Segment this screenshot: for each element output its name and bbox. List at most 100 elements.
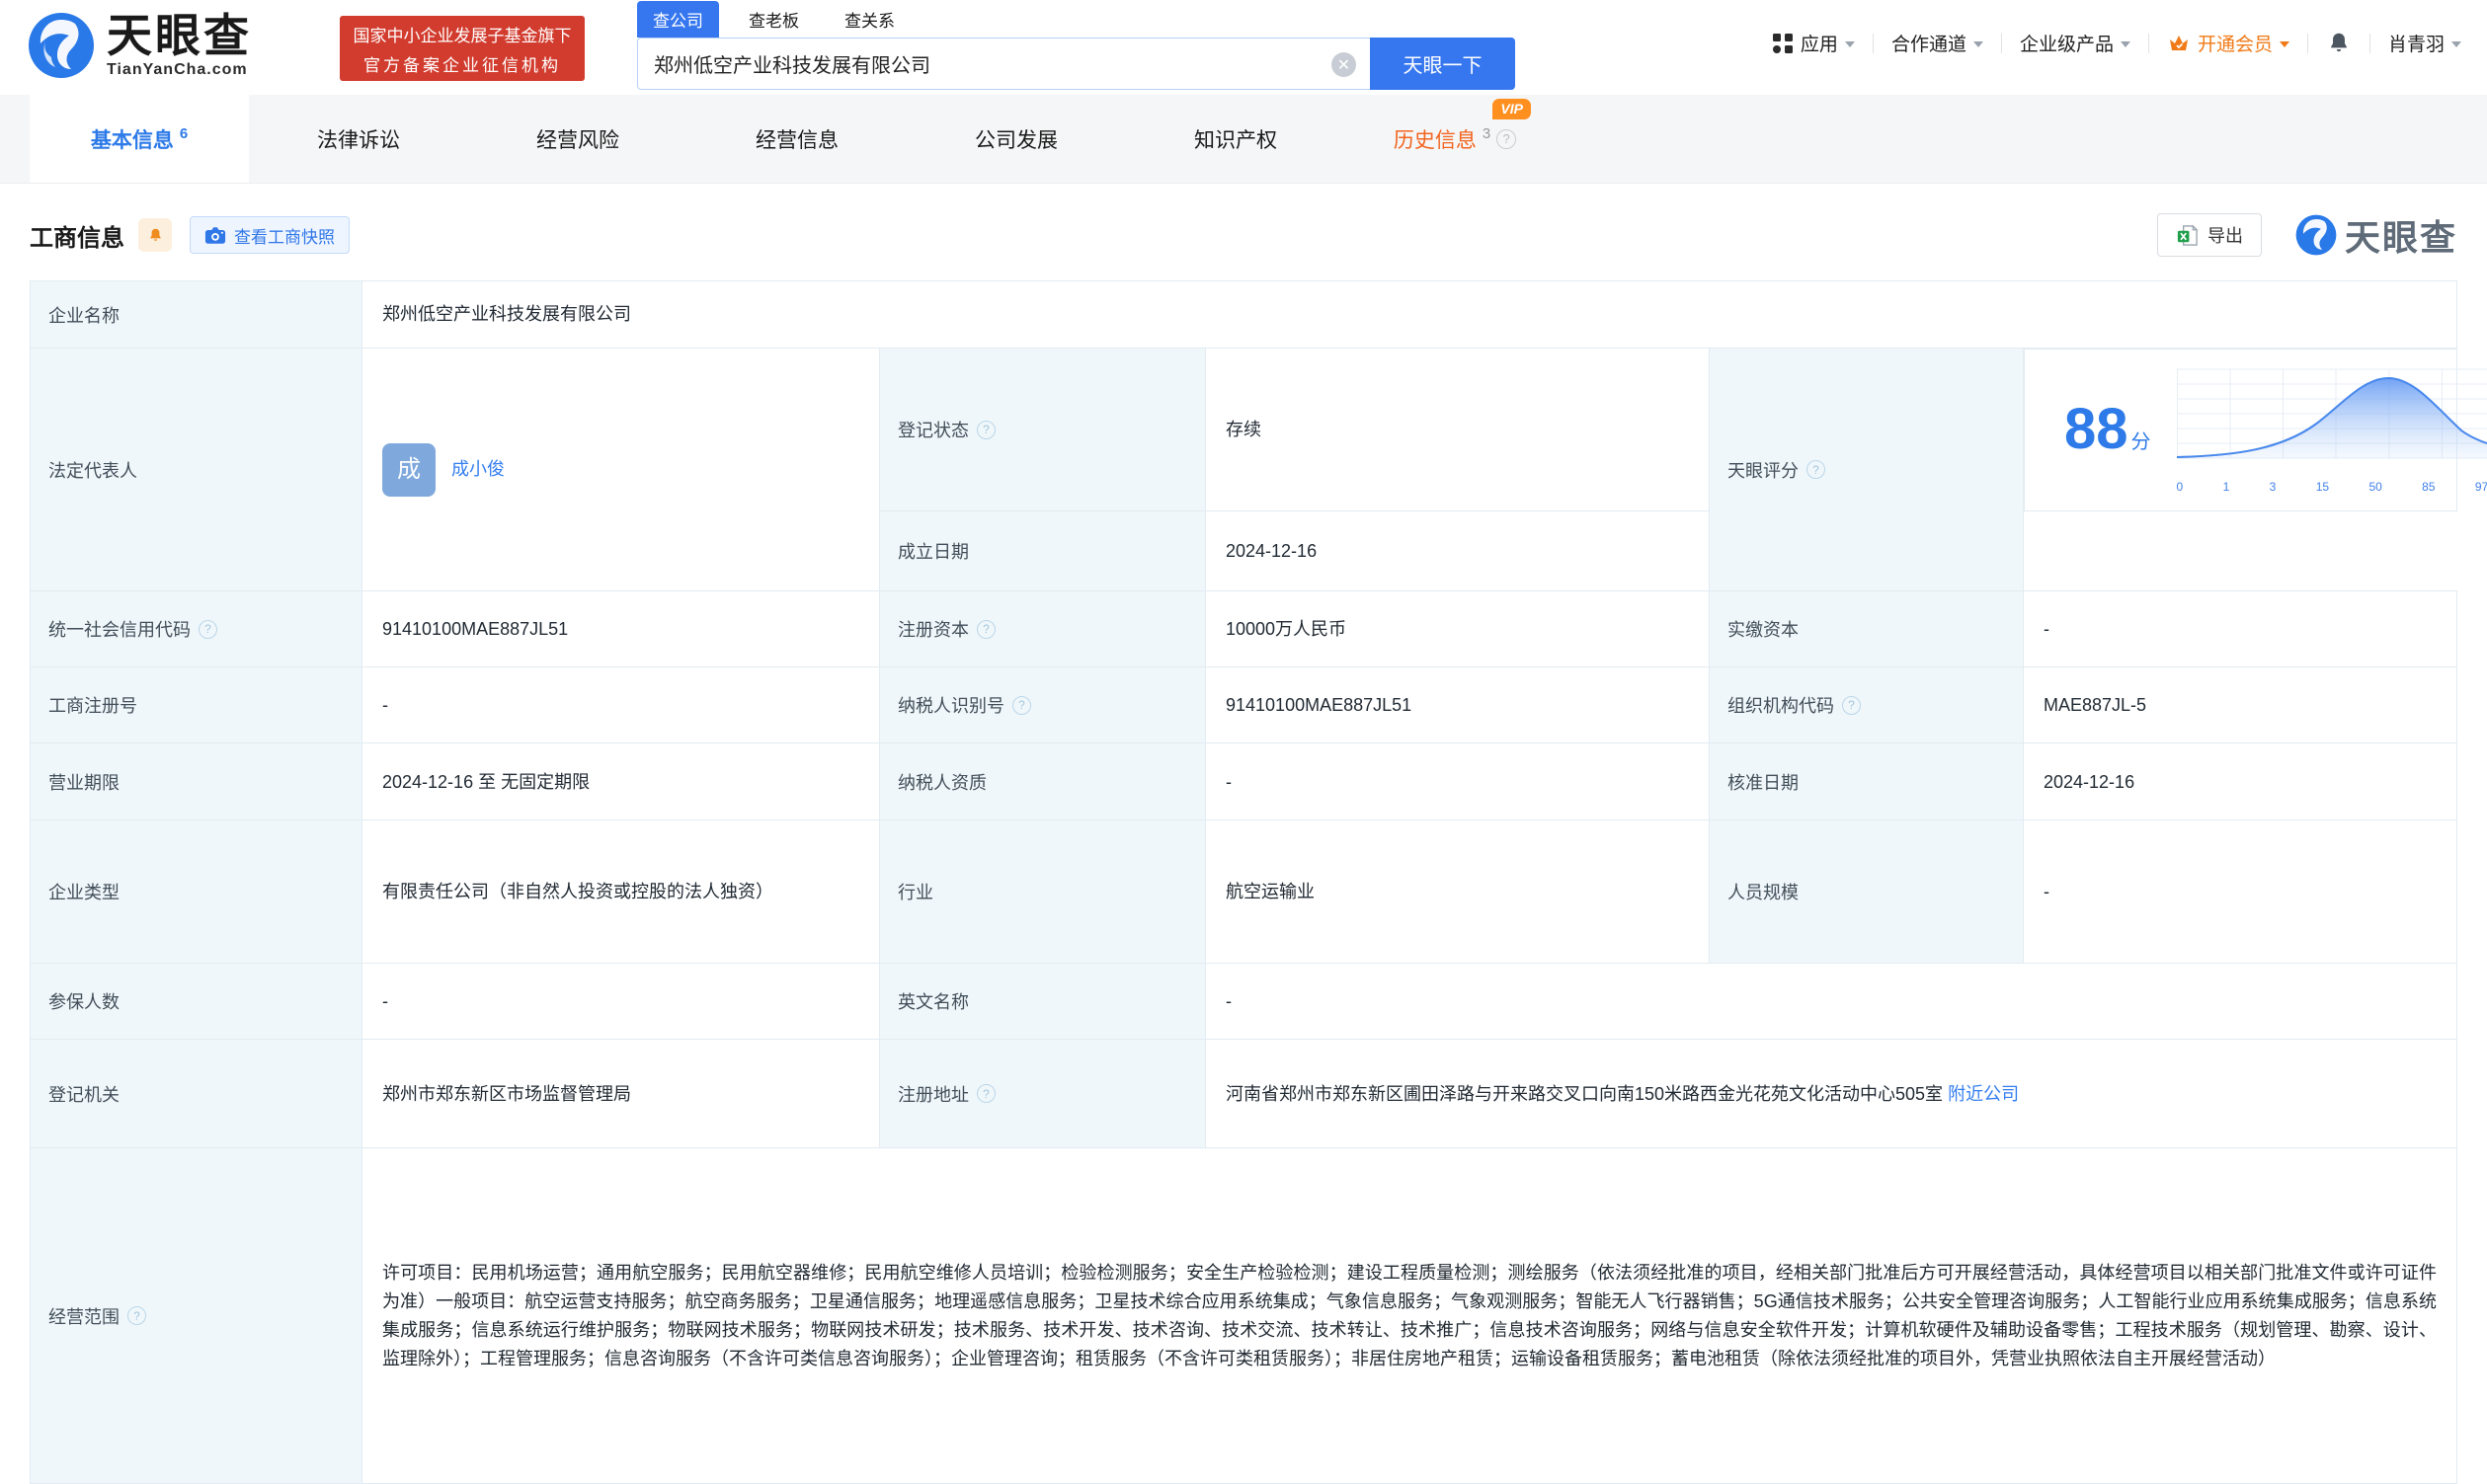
badge-line1: 国家中小企业发展子基金旗下 bbox=[354, 22, 572, 46]
nav-vip-label: 开通会员 bbox=[2198, 30, 2273, 56]
help-icon[interactable]: ? bbox=[199, 620, 217, 639]
help-icon[interactable]: ? bbox=[1012, 696, 1031, 715]
reg-number-value: - bbox=[362, 667, 880, 743]
logo-swirl-icon bbox=[28, 12, 95, 79]
english-name-value: - bbox=[1206, 964, 2457, 1040]
tab-basic-info[interactable]: 基本信息 6 bbox=[30, 95, 249, 183]
camera-icon bbox=[204, 226, 226, 245]
nav-divider bbox=[2369, 34, 2370, 53]
nav-notifications[interactable] bbox=[2326, 31, 2352, 56]
reg-capital-value: 10000万人民币 bbox=[1206, 591, 1710, 667]
tab-count: 3 bbox=[1483, 125, 1490, 142]
chevron-down-icon bbox=[1973, 41, 1983, 47]
help-icon[interactable]: ? bbox=[977, 421, 996, 439]
tab-label: 经营信息 bbox=[756, 124, 839, 154]
table-row: 登记机关 郑州市郑东新区市场监督管理局 注册地址? 河南省郑州市郑东新区圃田泽路… bbox=[31, 1040, 2457, 1148]
credit-code-value: 91410100MAE887JL51 bbox=[362, 591, 880, 667]
tianyancha-logo[interactable]: 天眼查 TianYanCha.com bbox=[28, 12, 252, 79]
help-icon[interactable]: ? bbox=[127, 1306, 146, 1325]
logo-swirl-icon bbox=[2295, 214, 2337, 256]
search-area: 查公司 查老板 查关系 ✕ 天眼一下 bbox=[637, 4, 1516, 90]
legal-rep-cell: 成 成小俊 bbox=[362, 349, 880, 591]
search-tab-company[interactable]: 查公司 bbox=[637, 1, 719, 38]
field-label-paid-capital: 实缴资本 bbox=[1710, 591, 2024, 667]
nav-apps[interactable]: 应用 bbox=[1772, 30, 1855, 56]
insured-count-value: - bbox=[362, 964, 880, 1040]
table-row: 参保人数 - 英文名称 - bbox=[31, 964, 2457, 1040]
nav-partners[interactable]: 合作通道 bbox=[1891, 30, 1983, 56]
logo-domain: TianYanCha.com bbox=[107, 62, 252, 78]
search-tab-boss[interactable]: 查老板 bbox=[733, 1, 815, 38]
field-label-taxpayer-id: 纳税人识别号? bbox=[880, 667, 1206, 743]
paid-capital-value: - bbox=[2024, 591, 2457, 667]
snapshot-label: 查看工商快照 bbox=[234, 223, 335, 248]
staff-size-value: - bbox=[2024, 820, 2457, 964]
search-input[interactable] bbox=[638, 39, 1370, 89]
score-cell: 88分 bbox=[2024, 349, 2457, 511]
business-scope-value: 许可项目：民用机场运营；通用航空服务；民用航空器维修；民用航空维修人员培训；检验… bbox=[362, 1148, 2457, 1484]
establish-date-value: 2024-12-16 bbox=[1206, 511, 1710, 591]
field-label-credit-code: 统一社会信用代码? bbox=[31, 591, 362, 667]
table-row: 企业类型 有限责任公司（非自然人投资或控股的法人独资） 行业 航空运输业 人员规… bbox=[31, 820, 2457, 964]
field-label-business-term: 营业期限 bbox=[31, 743, 362, 820]
tab-label: 公司发展 bbox=[975, 124, 1058, 154]
gov-certification-badge: 国家中小企业发展子基金旗下 官方备案企业征信机构 bbox=[340, 16, 585, 81]
nav-enterprise-label: 企业级产品 bbox=[2020, 30, 2114, 56]
table-row: 经营范围? 许可项目：民用机场运营；通用航空服务；民用航空器维修；民用航空维修人… bbox=[31, 1148, 2457, 1484]
help-icon[interactable]: ? bbox=[977, 620, 996, 639]
tab-label: 历史信息 bbox=[1394, 124, 1477, 154]
top-nav: 应用 合作通道 企业级产品 开通会员 bbox=[1772, 30, 2461, 56]
reg-address-value: 河南省郑州市郑东新区圃田泽路与开来路交叉口向南150米路西金光花苑文化活动中心5… bbox=[1206, 1040, 2457, 1148]
industry-value: 航空运输业 bbox=[1206, 820, 1710, 964]
search-box: ✕ bbox=[637, 38, 1370, 90]
field-label-approval-date: 核准日期 bbox=[1710, 743, 2024, 820]
tab-operation-risk[interactable]: 经营风险 bbox=[468, 95, 687, 183]
nav-open-membership[interactable]: 开通会员 bbox=[2167, 30, 2289, 56]
watermark-text: 天眼查 bbox=[2345, 209, 2457, 261]
watermark-logo: 天眼查 bbox=[2295, 209, 2457, 261]
taxpayer-id-value: 91410100MAE887JL51 bbox=[1206, 667, 1710, 743]
tab-label: 经营风险 bbox=[536, 124, 619, 154]
tab-history-info[interactable]: VIP 历史信息 3 ? bbox=[1345, 95, 1564, 183]
legal-rep-link[interactable]: 成小俊 bbox=[451, 455, 505, 484]
help-icon[interactable]: ? bbox=[1806, 460, 1825, 479]
chevron-down-icon bbox=[2121, 41, 2130, 47]
company-type-value: 有限责任公司（非自然人投资或控股的法人独资） bbox=[362, 820, 880, 964]
help-icon[interactable]: ? bbox=[977, 1084, 996, 1103]
bell-icon bbox=[2326, 31, 2352, 56]
field-label-org-code: 组织机构代码? bbox=[1710, 667, 2024, 743]
approval-date-value: 2024-12-16 bbox=[2024, 743, 2457, 820]
clear-search-icon[interactable]: ✕ bbox=[1331, 52, 1356, 77]
tab-company-development[interactable]: 公司发展 bbox=[907, 95, 1126, 183]
logo-title: 天眼查 bbox=[107, 13, 252, 58]
search-tab-relation[interactable]: 查关系 bbox=[829, 1, 911, 38]
view-snapshot-button[interactable]: 查看工商快照 bbox=[190, 216, 350, 254]
nav-apps-label: 应用 bbox=[1801, 30, 1838, 56]
export-label: 导出 bbox=[2207, 222, 2243, 248]
company-tabs: 基本信息 6 法律诉讼 经营风险 经营信息 公司发展 知识产权 VIP 历史信息… bbox=[0, 95, 2487, 184]
tab-operation-info[interactable]: 经营信息 bbox=[687, 95, 907, 183]
nav-enterprise[interactable]: 企业级产品 bbox=[2020, 30, 2130, 56]
search-button[interactable]: 天眼一下 bbox=[1370, 38, 1515, 90]
table-row: 营业期限 2024-12-16 至 无固定期限 纳税人资质 - 核准日期 202… bbox=[31, 743, 2457, 820]
tab-intellectual-property[interactable]: 知识产权 bbox=[1126, 95, 1345, 183]
export-button[interactable]: 导出 bbox=[2157, 213, 2262, 257]
tab-count: 6 bbox=[180, 125, 188, 142]
help-icon[interactable]: ? bbox=[1842, 696, 1861, 715]
org-code-value: MAE887JL-5 bbox=[2024, 667, 2457, 743]
address-text: 河南省郑州市郑东新区圃田泽路与开来路交叉口向南150米路西金光花苑文化活动中心5… bbox=[1226, 1084, 1943, 1104]
field-label-reg-capital: 注册资本? bbox=[880, 591, 1206, 667]
help-icon[interactable]: ? bbox=[1496, 129, 1516, 149]
tab-legal[interactable]: 法律诉讼 bbox=[249, 95, 468, 183]
nav-user[interactable]: 肖青羽 bbox=[2388, 30, 2461, 56]
subscribe-bell-button[interactable] bbox=[138, 218, 172, 252]
nearby-companies-link[interactable]: 附近公司 bbox=[1948, 1084, 2019, 1104]
site-header: 天眼查 TianYanCha.com 国家中小企业发展子基金旗下 官方备案企业征… bbox=[0, 0, 2487, 95]
username: 肖青羽 bbox=[2388, 30, 2445, 56]
table-row: 法定代表人 成 成小俊 登记状态? 存续 天眼评分? 88分 bbox=[31, 349, 2457, 511]
nav-divider bbox=[2001, 34, 2002, 53]
field-label-reg-address: 注册地址? bbox=[880, 1040, 1206, 1148]
field-label-english-name: 英文名称 bbox=[880, 964, 1206, 1040]
score-value: 88分 bbox=[2064, 384, 2151, 476]
field-label-staff-size: 人员规模 bbox=[1710, 820, 2024, 964]
